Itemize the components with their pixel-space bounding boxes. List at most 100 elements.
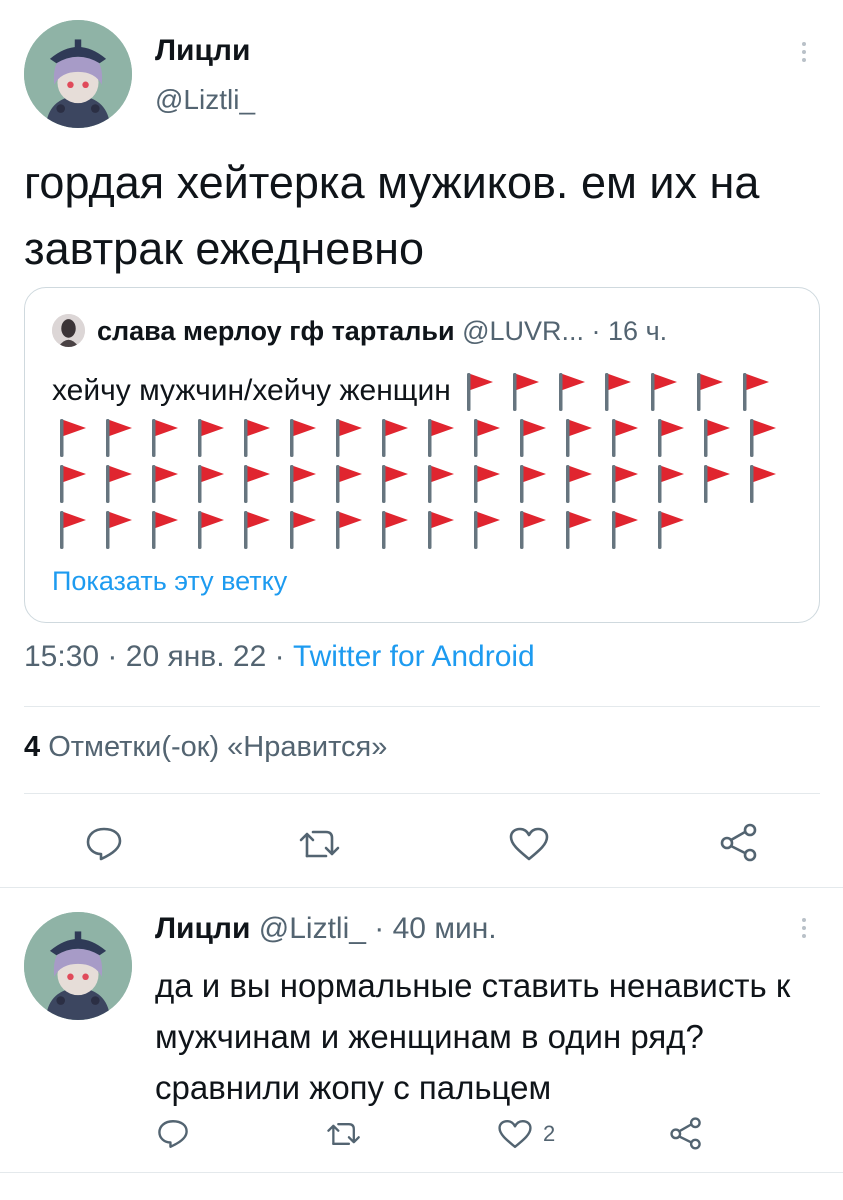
reply-header: Лицли @Liztli_ · 40 мин. [155, 912, 497, 946]
retweet-icon [299, 830, 340, 858]
quoted-author-name: слава мерлоу гф тартальи [97, 316, 455, 346]
red-flag-emoji [512, 506, 558, 552]
separator-dot: · [107, 640, 118, 673]
quoted-tweet-body: хейчу мужчин/хейчу женщин [52, 374, 451, 407]
red-flag-emoji [98, 414, 144, 460]
red-flag-emoji [236, 414, 282, 460]
reply-author-name[interactable]: Лицли [155, 912, 250, 945]
separator-dot: · [591, 316, 601, 346]
more-options-icon[interactable] [800, 42, 808, 62]
show-thread-link[interactable]: Показать эту ветку [52, 566, 287, 597]
red-flag-emoji [650, 460, 696, 506]
red-flag-emoji [512, 414, 558, 460]
red-flag-emoji [236, 460, 282, 506]
tweet-date: 20 янв. 22 [125, 640, 267, 673]
red-flag-emoji [190, 460, 236, 506]
reply-like-button[interactable]: 2 [497, 1118, 555, 1150]
red-flag-emoji [52, 460, 98, 506]
red-flag-emoji [420, 506, 466, 552]
tweet-time: 15:30 [24, 640, 100, 673]
red-flag-emoji [144, 460, 190, 506]
reply-time[interactable]: 40 мин. [393, 912, 497, 945]
red-flag-emoji [282, 414, 328, 460]
quoted-tweet[interactable]: слава мерлоу гф тартальи @LUVR... · 16 ч… [24, 287, 820, 623]
author-name[interactable]: Лицли [155, 34, 250, 68]
red-flag-emoji [98, 460, 144, 506]
red-flag-emoji [420, 414, 466, 460]
reply-author-avatar[interactable] [24, 912, 132, 1020]
share-icon [670, 1117, 701, 1150]
red-flag-emoji [190, 414, 236, 460]
reply-share-button[interactable] [668, 1116, 704, 1150]
quoted-tweet-time: 16 ч. [608, 316, 668, 346]
red-flag-emoji [512, 460, 558, 506]
likes-count: 4 [24, 731, 41, 763]
reply-button[interactable] [84, 826, 124, 862]
reply-like-count: 2 [543, 1121, 556, 1146]
share-button[interactable] [718, 822, 760, 862]
red-flag-emoji [505, 368, 551, 414]
red-flag-emoji [643, 368, 689, 414]
reply-text: да и вы нормальные ставить ненависть к м… [155, 967, 791, 1106]
red-flag-emoji [282, 506, 328, 552]
divider [24, 793, 820, 794]
quoted-tweet-header: слава мерлоу гф тартальи @LUVR... · 16 ч… [97, 314, 667, 348]
red-flag-emoji [604, 460, 650, 506]
red-flag-emoji [374, 460, 420, 506]
tweet-source-link[interactable]: Twitter for Android [293, 640, 535, 673]
section-divider [0, 887, 843, 888]
red-flag-emoji [374, 506, 420, 552]
red-flag-emoji [650, 506, 696, 552]
author-avatar[interactable] [24, 20, 132, 128]
red-flag-emoji [558, 414, 604, 460]
red-flag-emoji [52, 506, 98, 552]
red-flag-emoji [466, 506, 512, 552]
reply-author-handle[interactable]: @Liztli_ [259, 912, 366, 945]
red-flag-emoji [190, 506, 236, 552]
red-flag-emoji [742, 414, 788, 460]
red-flag-emoji [696, 460, 742, 506]
red-flag-emoji [735, 368, 781, 414]
red-flag-emoji [604, 506, 650, 552]
red-flag-emoji [696, 414, 742, 460]
retweet-button[interactable] [298, 826, 342, 862]
quoted-author-handle: @LUVR... [462, 316, 584, 346]
red-flag-emoji [466, 460, 512, 506]
tweet-meta: 15:30 · 20 янв. 22 · Twitter for Android [24, 640, 535, 674]
red-flag-emoji [328, 414, 374, 460]
red-flag-emoji [282, 460, 328, 506]
red-flag-emoji [650, 414, 696, 460]
red-flag-emoji [604, 414, 650, 460]
red-flag-emoji [597, 368, 643, 414]
red-flag-emoji [52, 414, 98, 460]
red-flag-emoji [558, 460, 604, 506]
like-button[interactable] [508, 826, 550, 862]
red-flag-emoji [328, 460, 374, 506]
author-handle[interactable]: @Liztli_ [155, 84, 255, 116]
red-flag-emoji [689, 368, 735, 414]
red-flag-emoji [420, 460, 466, 506]
retweet-icon [327, 1123, 360, 1145]
tweet-text: гордая хейтерка мужиков. ем их на завтра… [24, 157, 760, 274]
red-flag-emoji [551, 368, 597, 414]
separator-dot: · [374, 912, 385, 945]
divider [0, 1172, 843, 1173]
red-flag-emoji [459, 368, 505, 414]
reply-retweet-button[interactable] [326, 1118, 362, 1150]
share-icon [720, 823, 757, 862]
likes-label: Отметки(-ок) «Нравится» [48, 731, 388, 763]
reply-icon [86, 827, 122, 861]
red-flag-emoji [742, 460, 788, 506]
quoted-tweet-text: хейчу мужчин/хейчу женщин [52, 368, 792, 552]
red-flag-emoji [328, 506, 374, 552]
red-flag-emoji [98, 506, 144, 552]
likes-summary[interactable]: 4 Отметки(-ок) «Нравится» [24, 731, 387, 764]
red-flag-emoji [558, 506, 604, 552]
like-icon [498, 1119, 532, 1149]
red-flag-emoji [144, 414, 190, 460]
reply-more-options-icon[interactable] [800, 918, 808, 938]
divider [24, 706, 820, 707]
reply-reply-button[interactable] [156, 1118, 190, 1150]
red-flag-emoji [236, 506, 282, 552]
red-flag-emoji [144, 506, 190, 552]
